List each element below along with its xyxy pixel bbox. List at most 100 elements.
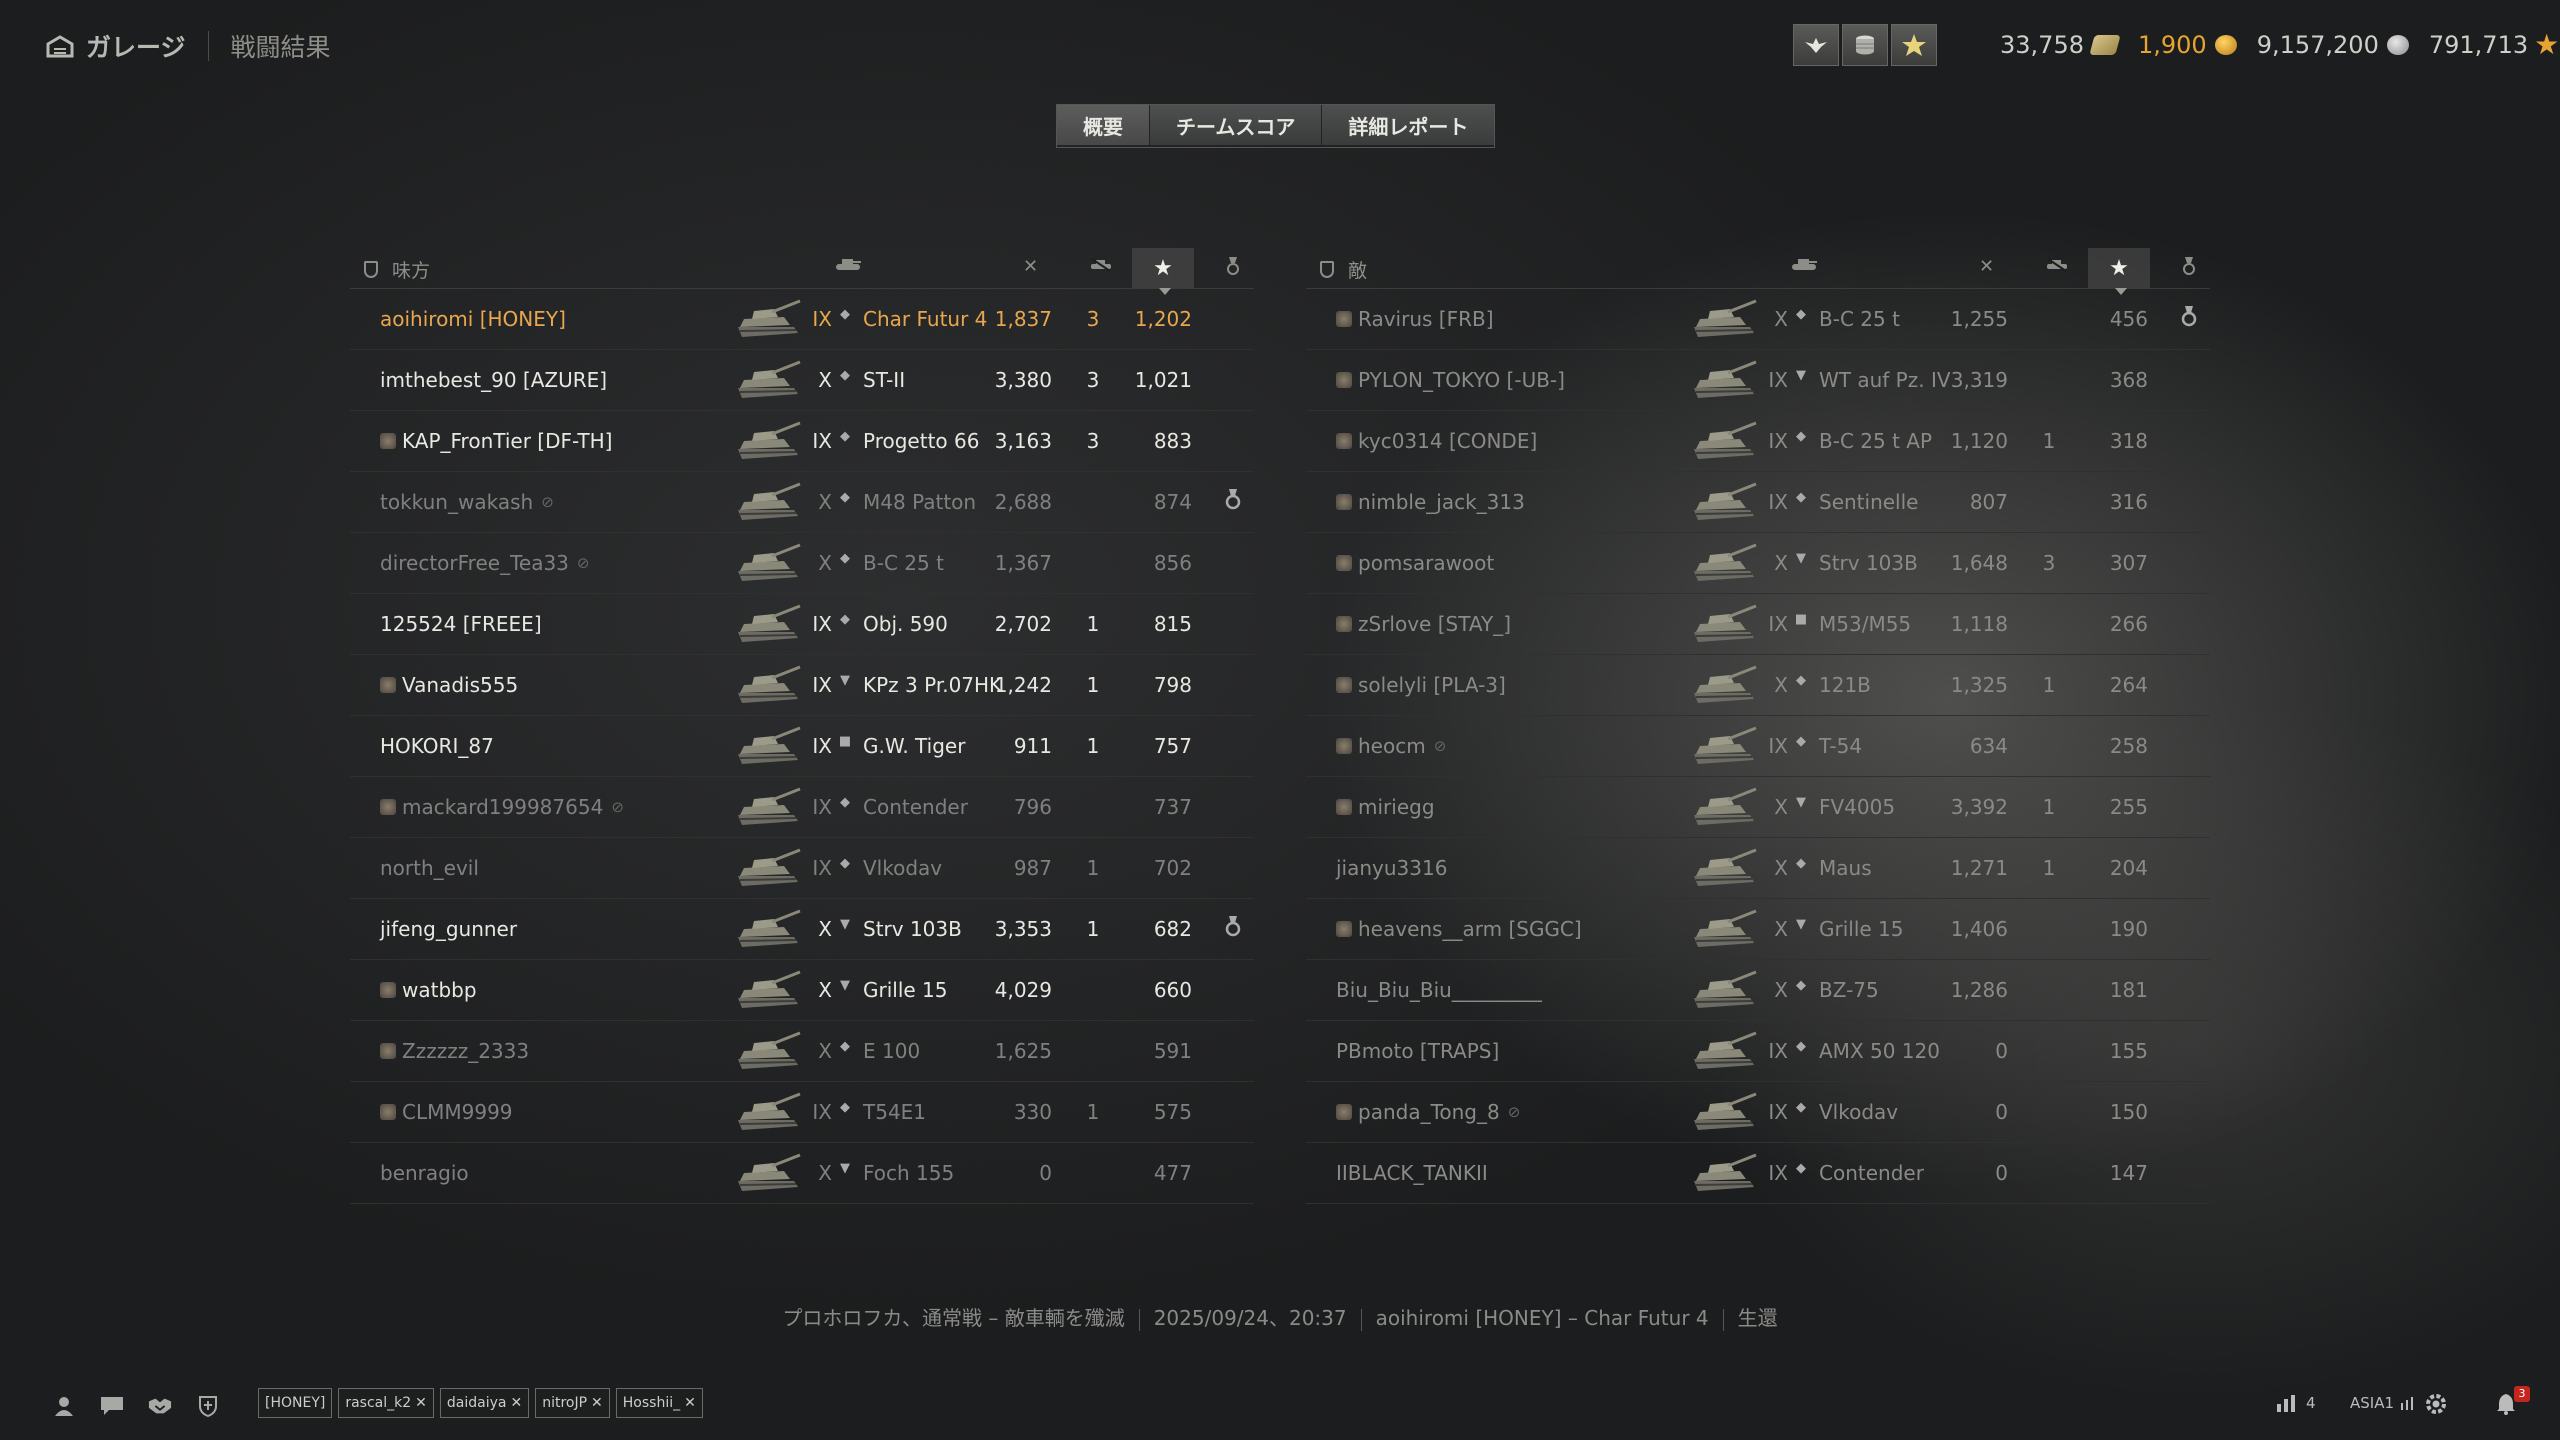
tank-name: Contender [1819,1161,1924,1185]
sort-damage-icon[interactable]: ✕ [1023,256,1038,277]
online-counter[interactable]: 4 [2276,1394,2316,1412]
close-icon[interactable]: ✕ [415,1395,427,1411]
player-row[interactable]: directorFree_Tea33 ⊘ X ◆ B-C 25 t 1,367 856 [350,533,1254,594]
channel-chip[interactable]: daidaiya ✕ [439,1388,530,1418]
xp-value: 660 [1153,978,1192,1002]
tank-class-icon: ◆ [1796,978,1806,993]
player-row[interactable]: 125524 [FREEE] IX ◆ Obj. 590 2,702 1 815 [350,594,1254,655]
tank-class-icon: ◆ [840,856,850,871]
xp-value: 456 [2109,307,2148,331]
player-name-cell: kyc0314 [CONDE] [1336,429,1537,453]
enemy-title-label: 敵 [1348,260,1368,282]
damage-value: 1,325 [1950,673,2008,697]
sort-medal-icon[interactable] [1225,256,1241,281]
tab-team-score[interactable]: チームスコア [1150,105,1323,145]
player-row[interactable]: jifeng_gunner X ▼ Strv 103B 3,353 1 682 [350,899,1254,960]
player-name: panda_Tong_8 [1358,1100,1500,1124]
sort-medal-icon[interactable] [2181,256,2197,281]
garage-link[interactable]: ガレージ [86,28,186,64]
player-row[interactable]: benragio X ▼ Foch 155 0 477 [350,1143,1254,1204]
credits-boost-button[interactable] [1842,24,1888,66]
sort-tank-icon[interactable] [834,256,862,277]
channel-chip[interactable]: nitroJP ✕ [535,1388,610,1418]
xp-boost-button[interactable] [1891,24,1937,66]
handshake-icon[interactable] [148,1394,172,1418]
premium-account-button[interactable] [1793,24,1839,66]
player-row[interactable]: jianyu3316 X ◆ Maus 1,271 1 204 [1306,838,2210,899]
sort-xp-star-icon[interactable]: ★ [2088,248,2150,295]
tab-summary[interactable]: 概要 [1057,105,1150,145]
tank-class-icon: ◆ [1796,1100,1806,1115]
tank-image [1688,907,1758,951]
wings-icon [1805,38,1827,53]
player-row[interactable]: Vanadis555 IX ▼ KPz 3 Pr.07HK 1,242 1 798 [350,655,1254,716]
channel-chip[interactable]: rascal_k2 ✕ [338,1388,434,1418]
gold-counter: 1,900 [2138,31,2237,59]
player-row[interactable]: solelyli [PLA-3] X ◆ 121B 1,325 1 264 [1306,655,2210,716]
player-row[interactable]: heavens__arm [SGGC] X ▼ Grille 15 1,406 190 [1306,899,2210,960]
close-icon[interactable]: ✕ [510,1395,522,1411]
player-name: nimble_jack_313 [1358,490,1525,514]
contacts-icon[interactable] [52,1394,76,1418]
sort-kills-icon[interactable] [1090,256,1112,277]
player-row[interactable]: KAP_FronTier [DF-TH] IX ◆ Progetto 66 3,163 3… [350,411,1254,472]
player-row[interactable]: aoihiromi [HONEY] IX ◆ Char Futur 4 1,837 3 1,… [350,289,1254,350]
xp-value: 155 [2109,1039,2148,1063]
player-row[interactable]: IIBLACK_TANKII IX ◆ Contender 0 147 [1306,1143,2210,1204]
player-row[interactable]: heocm ⊘ IX ◆ T-54 634 258 [1306,716,2210,777]
damage-value: 3,163 [994,429,1052,453]
player-row[interactable]: zSrlove [STAY_] IX ■ M53/M55 1,118 266 [1306,594,2210,655]
sort-xp-star-icon[interactable]: ★ [1132,248,1194,295]
close-icon[interactable]: ✕ [684,1395,696,1411]
player-row[interactable]: north_evil IX ◆ Vlkodav 987 1 702 [350,838,1254,899]
channel-chip[interactable]: [HONEY] [258,1388,333,1418]
player-row[interactable]: PYLON_TOKYO [-UB-] IX ▼ WT auf Pz. IV 3,319 3… [1306,350,2210,411]
player-row[interactable]: mackard199987654 ⊘ IX ◆ Contender 796 737 [350,777,1254,838]
xp-value: 856 [1153,551,1192,575]
player-row[interactable]: nimble_jack_313 IX ◆ Sentinelle 807 316 [1306,472,2210,533]
player-name: KAP_FronTier [DF-TH] [402,429,613,453]
medal-icon[interactable] [1224,488,1246,512]
player-row[interactable]: imthebest_90 [AZURE] X ◆ ST-II 3,380 3 1,021 [350,350,1254,411]
notification-badge: 3 [2514,1386,2530,1402]
sort-damage-icon[interactable]: ✕ [1979,256,1994,277]
clan-shield-icon[interactable] [196,1394,220,1418]
server-selector[interactable]: ASIA1 [2350,1394,2414,1412]
medal-icon[interactable] [2180,305,2202,329]
xp-value: 798 [1153,673,1192,697]
player-row[interactable]: CLMM9999 IX ◆ T54E1 330 1 575 [350,1082,1254,1143]
player-row[interactable]: PBmoto [TRAPS] IX ◆ AMX 50 120 0 155 [1306,1021,2210,1082]
tank-name: T54E1 [863,1100,927,1124]
player-name-cell: imthebest_90 [AZURE] [380,368,607,392]
player-row[interactable]: HOKORI_87 IX ■ G.W. Tiger 911 1 757 [350,716,1254,777]
tab-detailed-report[interactable]: 詳細レポート [1322,105,1495,145]
medal-icon[interactable] [1224,915,1246,939]
tank-class-icon: ◆ [840,612,850,627]
player-row[interactable]: tokkun_wakash ⊘ X ◆ M48 Patton 2,688 874 [350,472,1254,533]
kills-value: 1 [2042,795,2056,819]
settings-button[interactable] [2424,1392,2448,1416]
xp-value: 1,202 [1134,307,1192,331]
sort-kills-icon[interactable] [2046,256,2068,277]
tank-class-icon: ▼ [840,917,850,932]
close-icon[interactable]: ✕ [591,1395,603,1411]
player-row[interactable]: Ravirus [FRB] X ◆ B-C 25 t 1,255 456 [1306,289,2210,350]
tank-class-icon: ◆ [1796,1039,1806,1054]
clan-emblem-icon [1336,921,1352,937]
clan-emblem-icon [1336,738,1352,754]
player-row[interactable]: kyc0314 [CONDE] IX ◆ B-C 25 t AP 1,120 1 318 [1306,411,2210,472]
damage-value: 0 [1039,1161,1052,1185]
clan-emblem-icon [1336,555,1352,571]
channel-chip[interactable]: Hosshii_ ✕ [615,1388,703,1418]
notifications-button[interactable]: 3 [2494,1386,2530,1422]
chat-icon[interactable] [100,1394,124,1418]
player-row[interactable]: panda_Tong_8 ⊘ IX ◆ Vlkodav 0 150 [1306,1082,2210,1143]
player-row[interactable]: Biu_Biu_Biu_________ X ◆ BZ-75 1,286 181 [1306,960,2210,1021]
bonds-icon [2089,34,2121,55]
player-row[interactable]: Zzzzzz_2333 X ◆ E 100 1,625 591 [350,1021,1254,1082]
tank-tier: X [818,917,832,941]
player-row[interactable]: pomsarawoot X ▼ Strv 103B 1,648 3 307 [1306,533,2210,594]
player-row[interactable]: miriegg X ▼ FV4005 3,392 1 255 [1306,777,2210,838]
player-row[interactable]: watbbp X ▼ Grille 15 4,029 660 [350,960,1254,1021]
sort-tank-icon[interactable] [1790,256,1818,277]
